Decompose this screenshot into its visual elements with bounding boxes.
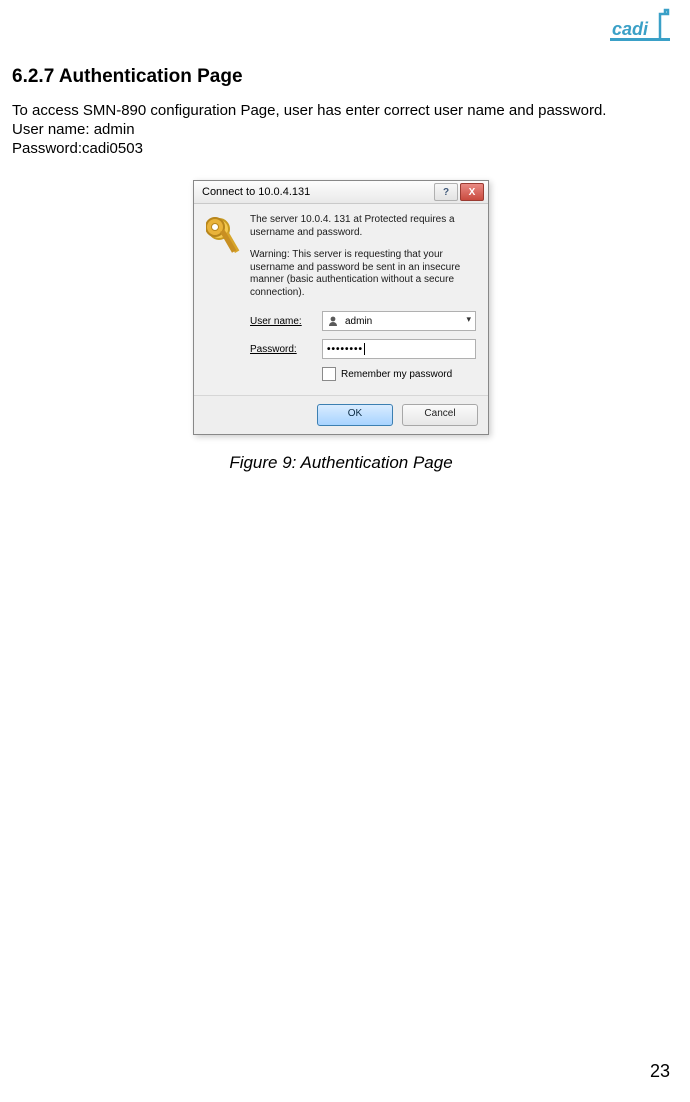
page-number: 23	[650, 1061, 670, 1082]
auth-dialog: Connect to 10.0.4.131 ? X	[193, 180, 489, 435]
brand-logo: cadi	[610, 8, 670, 44]
username-value: admin	[345, 316, 372, 327]
server-message: The server 10.0.4. 131 at Protected requ…	[250, 214, 476, 239]
figure-caption: Figure 9: Authentication Page	[12, 453, 670, 473]
username-input[interactable]: admin	[322, 311, 476, 331]
section-heading: 6.2.7 Authentication Page	[12, 66, 670, 88]
password-value: ••••••••	[327, 344, 363, 355]
text-cursor	[364, 343, 365, 355]
help-button[interactable]: ?	[434, 183, 458, 201]
svg-text:cadi: cadi	[612, 19, 649, 39]
credential-username: User name: admin	[12, 121, 670, 140]
remember-label: Remember my password	[341, 369, 452, 380]
ok-button[interactable]: OK	[317, 404, 393, 426]
dialog-footer: OK Cancel	[194, 395, 488, 434]
cancel-button[interactable]: Cancel	[402, 404, 478, 426]
close-button[interactable]: X	[460, 183, 484, 201]
password-label: Password:	[250, 344, 322, 355]
credential-password: Password:cadi0503	[12, 140, 670, 159]
username-label: User name:	[250, 316, 322, 327]
remember-checkbox[interactable]	[322, 367, 336, 381]
dialog-titlebar: Connect to 10.0.4.131 ? X	[194, 181, 488, 204]
password-input[interactable]: ••••••••	[322, 339, 476, 359]
intro-text: To access SMN-890 configuration Page, us…	[12, 102, 670, 121]
key-icon	[206, 214, 250, 311]
person-icon	[327, 315, 339, 327]
warning-message: Warning: This server is requesting that …	[250, 249, 476, 299]
dialog-title-text: Connect to 10.0.4.131	[202, 186, 310, 198]
